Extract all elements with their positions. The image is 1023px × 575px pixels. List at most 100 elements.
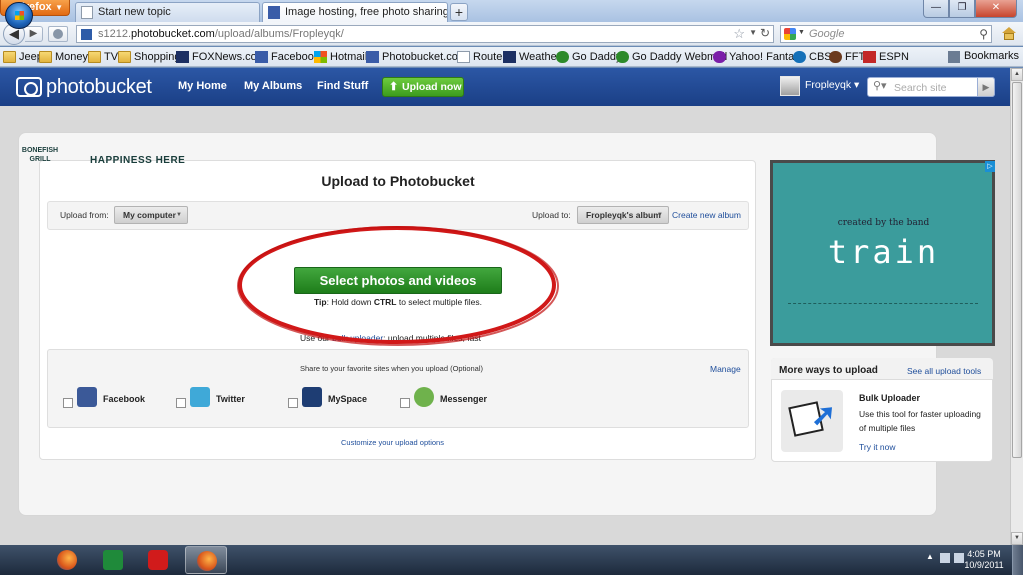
customize-upload-link[interactable]: Customize your upload options	[341, 438, 444, 447]
reload-icon[interactable]: ↻	[760, 26, 770, 40]
nav-find-stuff[interactable]: Find Stuff	[317, 80, 368, 92]
share-messenger[interactable]: Messenger	[400, 387, 510, 411]
ad-tagline: created by the band	[837, 218, 930, 228]
show-desktop-button[interactable]	[1012, 545, 1023, 575]
twitter-checkbox[interactable]	[176, 398, 186, 408]
create-new-album-link[interactable]: Create new album	[672, 210, 741, 220]
excel-icon	[103, 550, 123, 570]
try-it-now-link[interactable]: Try it now	[859, 442, 896, 452]
bookmark-hotmail[interactable]: Hotmail	[314, 50, 367, 64]
share-title: Share to your favorite sites when you up…	[300, 364, 484, 373]
messenger-checkbox[interactable]	[400, 398, 410, 408]
myspace-checkbox[interactable]	[288, 398, 298, 408]
chevron-down-icon: ▼	[657, 212, 663, 218]
bookmark-jeep[interactable]: Jeep	[3, 50, 43, 64]
share-twitter[interactable]: Twitter	[176, 387, 276, 411]
photobucket-favicon	[268, 6, 280, 19]
bookmark-facebook[interactable]: Facebook	[255, 50, 319, 64]
page-title: Upload to Photobucket	[321, 173, 475, 189]
tray-expand-icon[interactable]: ▲	[926, 552, 934, 561]
bookmark-espn[interactable]: ESPN	[863, 50, 909, 64]
browser-search-bar[interactable]: ▼ Google ⚲	[780, 25, 992, 43]
firefox-icon	[57, 550, 77, 570]
adchoices-icon[interactable]: ▷	[985, 161, 995, 172]
scroll-up-icon[interactable]: ▲	[1011, 68, 1023, 81]
avatar[interactable]	[780, 76, 800, 96]
myspace-icon	[302, 387, 322, 407]
restore-button[interactable]: ❐	[949, 0, 975, 18]
tab-photobucket[interactable]: Image hosting, free photo sharing & ...	[262, 2, 448, 22]
more-ways-title: More ways to upload	[779, 365, 878, 376]
bookmark-weather[interactable]: Weather	[503, 50, 560, 64]
bookmark-cbs[interactable]: CBS	[793, 50, 832, 64]
camera-icon	[16, 77, 42, 97]
bookmark-tv[interactable]: TV	[88, 50, 118, 64]
user-menu[interactable]: Fropleyqk ▾	[805, 79, 859, 91]
advertisement[interactable]: created by the band train	[770, 160, 995, 346]
bookmark-router[interactable]: Router	[457, 50, 506, 64]
taskbar-clock[interactable]: 4:05 PM 10/9/2011	[962, 549, 1006, 571]
bookmark-godaddy[interactable]: Go Daddy	[556, 50, 622, 64]
start-button[interactable]	[5, 2, 33, 29]
chevron-down-icon: ▼	[176, 212, 182, 218]
bookmark-fft[interactable]: FFT	[829, 50, 865, 64]
site-search-input[interactable]: ⚲▾ Search site ▶	[867, 77, 995, 97]
photobucket-favicon	[81, 29, 92, 40]
foxnews-icon	[176, 51, 189, 63]
scroll-down-icon[interactable]: ▼	[1011, 532, 1023, 545]
search-go-button[interactable]: ▶	[977, 77, 995, 97]
forward-button[interactable]: ▶	[25, 26, 43, 42]
taskbar-firefox-active[interactable]	[185, 546, 227, 574]
tab-start-new-topic[interactable]: Start new topic	[75, 2, 260, 22]
home-button[interactable]	[999, 25, 1019, 43]
upload-from-select[interactable]: My computer ▼	[114, 206, 188, 224]
share-myspace[interactable]: MySpace	[288, 387, 388, 411]
facebook-checkbox[interactable]	[63, 398, 73, 408]
upload-from-label: Upload from:	[60, 210, 109, 220]
close-window-button[interactable]: ✕	[975, 0, 1017, 18]
bookmarks-menu-button[interactable]: Bookmarks	[947, 50, 1019, 63]
upload-arrow-icon: ⬆	[389, 81, 399, 93]
bookmark-star-icon[interactable]: ☆	[733, 26, 745, 42]
bookmark-shopping[interactable]: Shopping	[118, 50, 181, 64]
ad-divider	[788, 303, 978, 335]
page-scrollbar[interactable]: ▲ ▼	[1010, 68, 1023, 545]
site-identity-button[interactable]	[48, 26, 68, 42]
bookmark-godaddy-webmail[interactable]: Go Daddy Webmail	[616, 50, 727, 64]
url-bar[interactable]: s1212.photobucket.com/upload/albums/Frop…	[76, 25, 774, 43]
taskbar-app-red[interactable]	[141, 546, 175, 574]
nav-my-home[interactable]: My Home	[178, 80, 227, 92]
bulk-uploader-link[interactable]: bulk uploader	[332, 333, 383, 343]
share-facebook[interactable]: Facebook	[63, 387, 163, 411]
taskbar-excel[interactable]	[96, 546, 130, 574]
folder-icon	[118, 51, 131, 63]
bookmark-money[interactable]: Money	[39, 50, 88, 64]
network-icon[interactable]	[940, 553, 950, 563]
url-dropdown-icon[interactable]: ▼	[749, 28, 757, 37]
minimize-button[interactable]: —	[923, 0, 949, 18]
see-all-upload-tools-link[interactable]: See all upload tools	[907, 366, 981, 376]
messenger-icon	[414, 387, 434, 407]
nav-my-albums[interactable]: My Albums	[244, 80, 302, 92]
bookmark-foxnews[interactable]: FOXNews.com	[176, 50, 266, 64]
upload-now-button[interactable]: ⬆ Upload now	[382, 77, 464, 97]
google-icon[interactable]	[784, 28, 796, 40]
facebook-icon	[255, 51, 268, 63]
bonefish-logo: BONEFISH GRILL	[21, 147, 59, 163]
upload-to-select[interactable]: Fropleyqk's album ▼	[577, 206, 669, 224]
page-footer-area	[0, 530, 1010, 545]
bulk-uploader-icon[interactable]: ➚	[781, 390, 843, 452]
clock-date: 10/9/2011	[964, 560, 1004, 570]
page-icon	[457, 51, 470, 63]
search-icon[interactable]: ⚲	[979, 27, 988, 41]
manage-link[interactable]: Manage	[710, 364, 741, 374]
select-photos-button[interactable]: Select photos and videos	[294, 267, 502, 294]
bookmark-photobucket[interactable]: Photobucket.com	[366, 50, 467, 64]
bookmark-yahoo-fantasy[interactable]: Yahoo! Fantasy	[713, 50, 805, 64]
chevron-down-icon[interactable]: ▼	[798, 29, 805, 36]
taskbar-firefox[interactable]	[50, 546, 84, 574]
photobucket-logo[interactable]: photobucket	[16, 77, 152, 97]
weather-icon	[503, 51, 516, 63]
new-tab-button[interactable]: +	[450, 3, 468, 21]
scroll-thumb[interactable]	[1012, 82, 1022, 458]
